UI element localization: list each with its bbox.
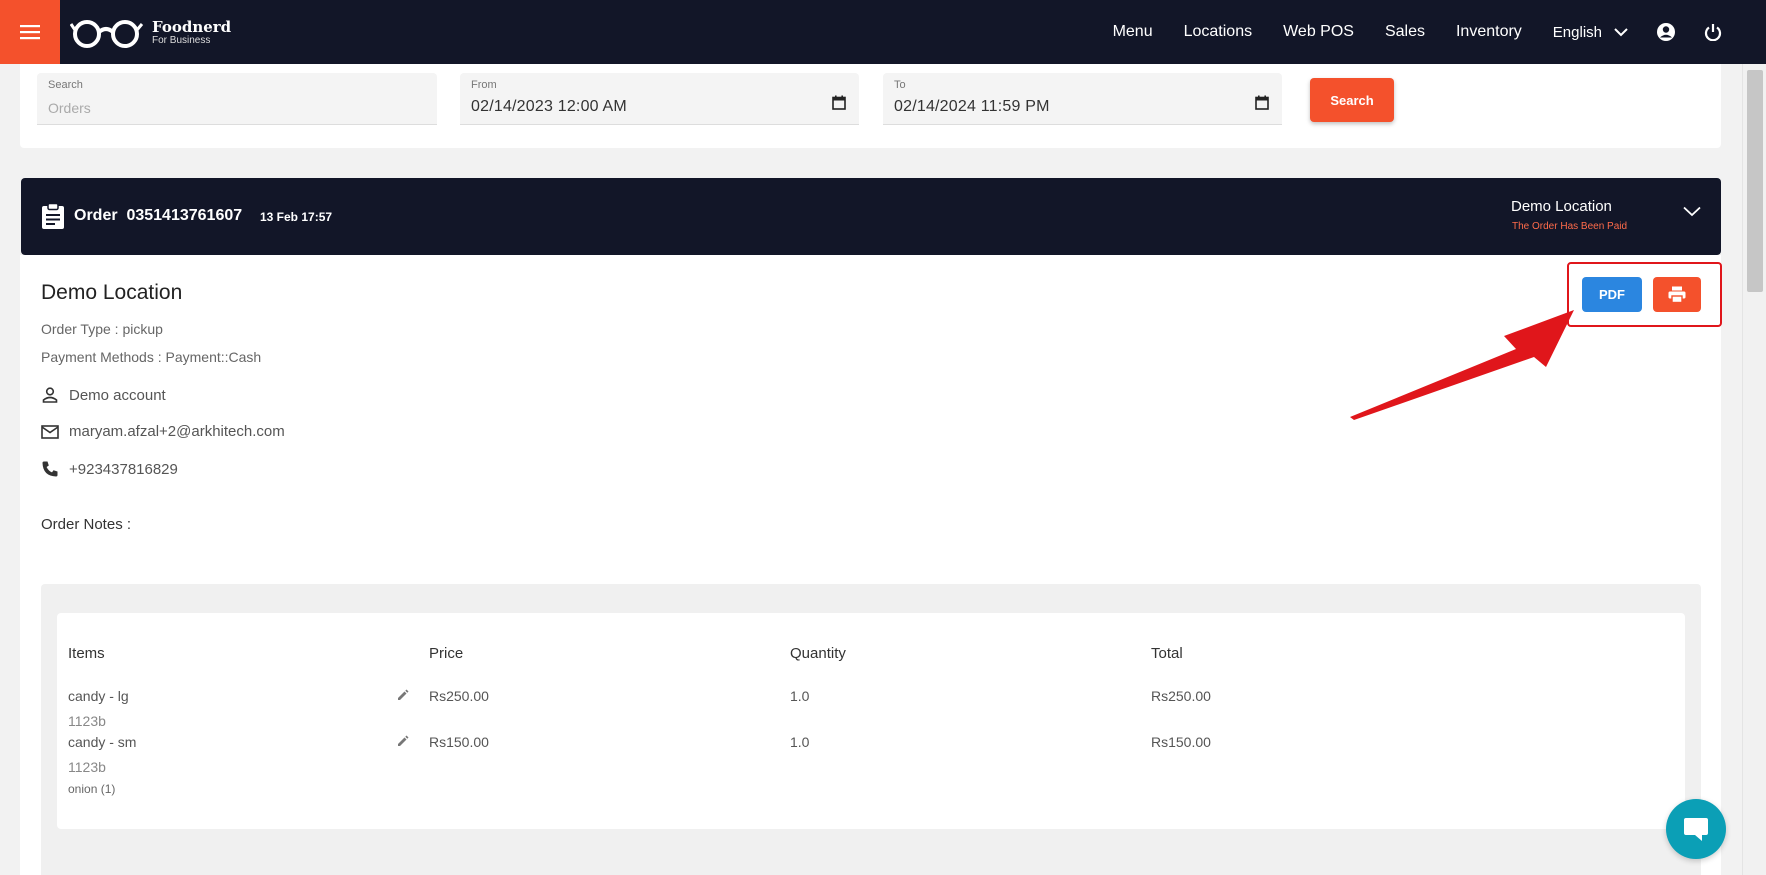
order-filters: Search Orders From 02/14/2023 12:00 AM T… bbox=[20, 64, 1721, 148]
from-label: From bbox=[471, 79, 497, 91]
chat-icon bbox=[1684, 818, 1708, 841]
phone-row: +923437816829 bbox=[41, 460, 178, 478]
customer-phone: +923437816829 bbox=[69, 460, 178, 478]
phone-icon bbox=[42, 461, 58, 477]
table-row-item-name: candy - sm bbox=[68, 734, 137, 750]
logout-button[interactable] bbox=[1704, 23, 1722, 41]
order-status: The Order Has Been Paid bbox=[1512, 221, 1628, 232]
nav-item-inventory[interactable]: Inventory bbox=[1456, 23, 1522, 41]
nav-item-locations[interactable]: Locations bbox=[1184, 23, 1253, 41]
table-row-price: Rs150.00 bbox=[429, 734, 489, 750]
top-navbar: Foodnerd For Business Menu Locations Web… bbox=[0, 0, 1766, 64]
pencil-icon[interactable] bbox=[397, 689, 409, 701]
calendar-icon[interactable] bbox=[1255, 95, 1269, 110]
chat-button[interactable] bbox=[1666, 799, 1726, 859]
hamburger-menu-icon bbox=[20, 25, 40, 40]
main-nav: Menu Locations Web POS Sales Inventory E… bbox=[1082, 0, 1722, 64]
order-items-table: Items Price Quantity Total candy - lg 11… bbox=[57, 613, 1685, 829]
language-label: English bbox=[1552, 23, 1602, 41]
table-row-price: Rs250.00 bbox=[429, 688, 489, 704]
search-button[interactable]: Search bbox=[1310, 78, 1394, 122]
customer-name: Demo account bbox=[69, 386, 166, 404]
table-row-item-code: 1123b bbox=[68, 713, 106, 729]
from-date-input[interactable]: From 02/14/2023 12:00 AM bbox=[460, 73, 859, 125]
customer-name-row: Demo account bbox=[41, 386, 166, 404]
print-button[interactable] bbox=[1653, 277, 1701, 312]
order-date: 13 Feb 17:57 bbox=[260, 210, 333, 224]
column-header-quantity: Quantity bbox=[790, 645, 846, 662]
order-header[interactable]: Order 0351413761607 13 Feb 17:57 Demo Lo… bbox=[21, 178, 1721, 255]
table-row-total: Rs150.00 bbox=[1151, 734, 1211, 750]
scrollbar-thumb[interactable] bbox=[1747, 70, 1763, 292]
order-items-section: Items Price Quantity Total candy - lg 11… bbox=[41, 584, 1701, 875]
table-row-item-name: candy - lg bbox=[68, 688, 129, 704]
customer-email: maryam.afzal+2@arkhitech.com bbox=[69, 423, 285, 440]
printer-icon bbox=[1668, 286, 1686, 303]
person-icon bbox=[42, 387, 58, 403]
email-row: maryam.afzal+2@arkhitech.com bbox=[41, 423, 285, 440]
location-title: Demo Location bbox=[41, 281, 183, 304]
table-row-item-code: 1123b bbox=[68, 759, 106, 775]
to-label: To bbox=[894, 79, 906, 91]
email-icon bbox=[41, 424, 59, 439]
hamburger-menu-button[interactable] bbox=[0, 0, 60, 64]
column-header-price: Price bbox=[429, 645, 464, 662]
table-row-total: Rs250.00 bbox=[1151, 688, 1211, 704]
to-date-input[interactable]: To 02/14/2024 11:59 PM bbox=[883, 73, 1282, 125]
table-row-item-extra: onion (1) bbox=[68, 782, 116, 796]
table-row-quantity: 1.0 bbox=[790, 688, 810, 704]
pencil-icon[interactable] bbox=[397, 735, 409, 747]
brand-subtitle: For Business bbox=[152, 35, 211, 46]
order-type: Order Type : pickup bbox=[41, 321, 163, 337]
nav-item-sales[interactable]: Sales bbox=[1385, 23, 1425, 41]
from-value: 02/14/2023 12:00 AM bbox=[471, 98, 627, 115]
power-icon bbox=[1704, 24, 1722, 41]
chevron-down-icon[interactable] bbox=[1683, 206, 1701, 217]
calendar-icon[interactable] bbox=[832, 95, 846, 110]
glasses-logo-icon bbox=[70, 20, 144, 48]
nav-item-web-pos[interactable]: Web POS bbox=[1283, 23, 1354, 41]
order-title: Order 0351413761607 bbox=[74, 207, 243, 224]
account-button[interactable] bbox=[1656, 22, 1676, 42]
column-header-total: Total bbox=[1151, 645, 1183, 662]
brand-logo[interactable]: Foodnerd For Business bbox=[70, 16, 231, 50]
clipboard-icon bbox=[42, 203, 64, 229]
search-input[interactable]: Search Orders bbox=[37, 73, 437, 125]
column-header-items: Items bbox=[68, 645, 105, 662]
pdf-button[interactable]: PDF bbox=[1582, 277, 1642, 312]
brand-name: Foodnerd bbox=[152, 18, 232, 36]
search-placeholder: Orders bbox=[48, 100, 91, 116]
to-value: 02/14/2024 11:59 PM bbox=[894, 98, 1050, 115]
order-location: Demo Location bbox=[1511, 198, 1612, 215]
order-notes-label: Order Notes : bbox=[41, 516, 132, 533]
account-circle-icon bbox=[1657, 23, 1675, 41]
language-select[interactable]: English bbox=[1553, 24, 1628, 41]
search-label: Search bbox=[48, 79, 83, 91]
nav-item-menu[interactable]: Menu bbox=[1113, 23, 1153, 41]
table-row-quantity: 1.0 bbox=[790, 734, 810, 750]
annotation-arrow-icon bbox=[1350, 310, 1574, 420]
order-detail-panel: Demo Location Order Type : pickup Paymen… bbox=[20, 255, 1722, 875]
page-scrollbar[interactable] bbox=[1742, 64, 1766, 875]
payment-methods: Payment Methods : Payment::Cash bbox=[41, 349, 262, 365]
chevron-down-icon bbox=[1614, 27, 1628, 36]
